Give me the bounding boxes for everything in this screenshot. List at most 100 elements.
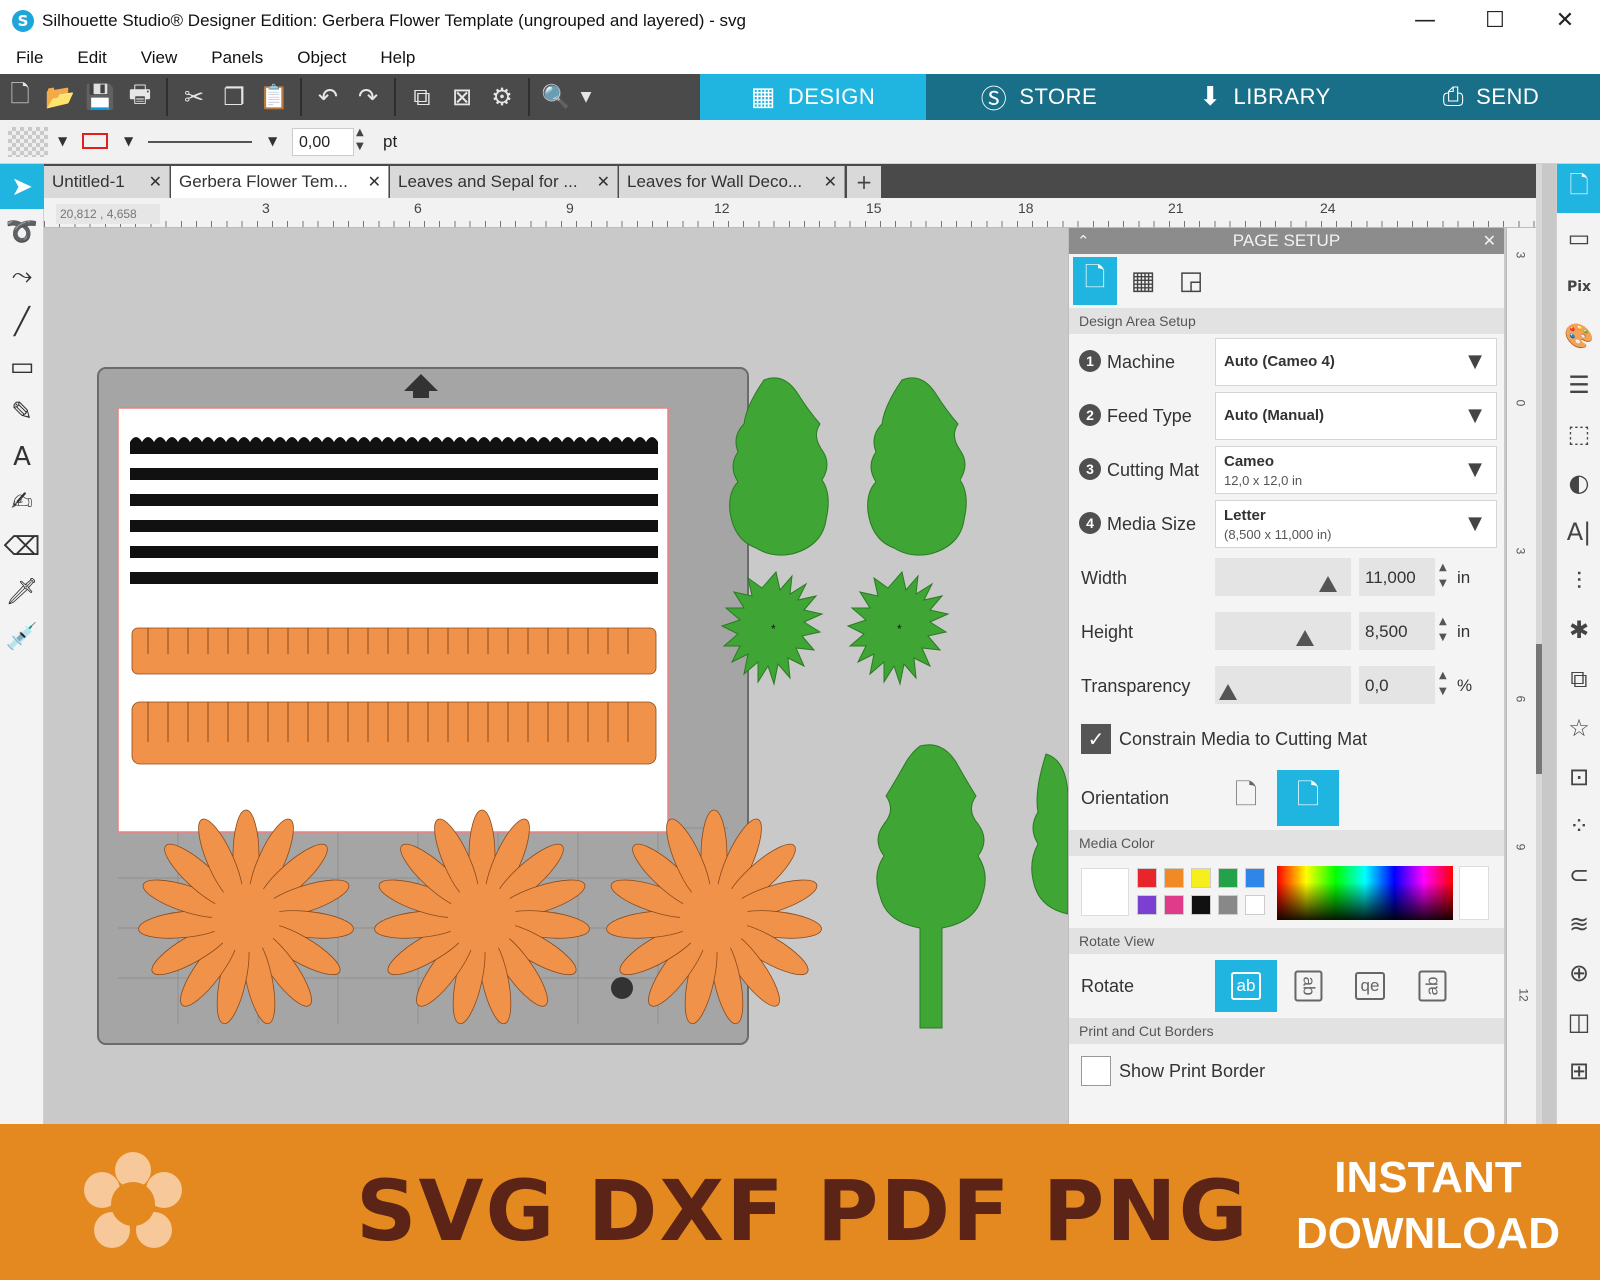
height-slider[interactable]	[1215, 612, 1351, 650]
height-input[interactable]: 8,500	[1359, 612, 1435, 650]
close-tab-icon[interactable]: ✕	[824, 172, 837, 191]
close-button[interactable]: ✕	[1530, 0, 1600, 42]
constrain-checkbox[interactable]: ✓	[1081, 724, 1111, 754]
height-slider-knob[interactable]	[1295, 630, 1314, 646]
eraser-icon[interactable]: ⌫	[0, 524, 44, 569]
color-swatch[interactable]	[1245, 868, 1265, 888]
menu-help[interactable]: Help	[380, 48, 415, 68]
contrast-icon[interactable]: ◐	[1557, 458, 1600, 507]
media-size-select[interactable]: Letter (8,500 x 11,000 in) ▼	[1215, 500, 1497, 548]
bezier-icon[interactable]: ⤳	[0, 254, 44, 299]
machine-select[interactable]: Auto (Cameo 4) ▼	[1215, 338, 1497, 386]
open-folder-icon[interactable]: 📂	[40, 74, 80, 120]
page-tab-icon[interactable]: 🗋	[1073, 257, 1117, 305]
trace-icon[interactable]: ⊡	[1557, 752, 1600, 801]
rotate-180-button[interactable]: qe	[1339, 960, 1401, 1012]
copy-icon[interactable]: ❐	[214, 74, 254, 120]
color-swatch[interactable]	[1245, 895, 1265, 915]
lasso-icon[interactable]: ➰	[0, 209, 44, 254]
green-sepals[interactable]	[720, 570, 950, 686]
rectangle-tool-icon[interactable]: ▭	[0, 344, 44, 389]
shape-icon[interactable]: ⬚	[1557, 409, 1600, 458]
line-style-icon[interactable]: ☰	[1557, 360, 1600, 409]
palette-icon[interactable]: 🎨	[1557, 311, 1600, 360]
width-input[interactable]: 11,000	[1359, 558, 1435, 596]
minimize-button[interactable]: —	[1390, 0, 1460, 42]
group-icon[interactable]: ⧉	[402, 74, 442, 120]
rotate-270-button[interactable]: ab	[1401, 960, 1463, 1012]
line-style-preview[interactable]	[148, 141, 252, 143]
offset-icon[interactable]: ⊂	[1557, 850, 1600, 899]
line-tool-icon[interactable]: ╱	[0, 299, 44, 344]
width-slider-knob[interactable]	[1319, 576, 1338, 592]
close-tab-icon[interactable]: ✕	[597, 172, 610, 191]
fill-dropdown-arrow[interactable]: ▼	[58, 134, 67, 148]
line-color-swatch[interactable]	[82, 133, 108, 149]
color-palette-icon[interactable]: ⚙	[482, 74, 522, 120]
menu-view[interactable]: View	[141, 48, 178, 68]
scrollbar-thumb[interactable]	[1536, 644, 1542, 774]
color-brightness-bar[interactable]	[1459, 866, 1489, 920]
text-style-icon[interactable]: A|	[1557, 507, 1600, 556]
color-spectrum[interactable]	[1277, 866, 1453, 920]
transparency-slider-knob[interactable]	[1219, 684, 1237, 700]
line-weight-stepper[interactable]: ▲ ▼	[356, 126, 364, 154]
feed-type-select[interactable]: Auto (Manual) ▼	[1215, 392, 1497, 440]
library-book-icon[interactable]: ⊞	[1557, 1046, 1600, 1095]
color-swatch[interactable]	[1137, 895, 1157, 915]
add-tab-button[interactable]: +	[847, 166, 881, 198]
save-icon[interactable]: 💾	[80, 74, 120, 120]
pencil-icon[interactable]: ✎	[0, 389, 44, 434]
text-tool-icon[interactable]: A	[0, 434, 44, 479]
vertical-scrollbar[interactable]	[1536, 164, 1542, 1124]
layers-icon[interactable]: ◫	[1557, 997, 1600, 1046]
line-color-dropdown-arrow[interactable]: ▼	[124, 134, 133, 148]
line-weight-input[interactable]: 0,00	[292, 128, 354, 156]
height-stepper[interactable]: ▲ ▼	[1439, 614, 1447, 646]
new-file-icon[interactable]: 🗋	[0, 74, 40, 120]
cut-icon[interactable]: ✂	[174, 74, 214, 120]
eyedropper-icon[interactable]: 💉	[0, 614, 44, 659]
width-slider[interactable]	[1215, 558, 1351, 596]
page-setup-icon[interactable]: 🗋	[1557, 164, 1600, 213]
line-style-dropdown-arrow[interactable]: ▼	[268, 134, 277, 148]
sketch-icon[interactable]: ✍	[0, 479, 44, 524]
doc-tab-leaves-sepal[interactable]: Leaves and Sepal for ... ✕	[390, 166, 618, 198]
align-icon[interactable]: ⫶	[1557, 556, 1600, 605]
show-print-border-checkbox[interactable]	[1081, 1056, 1111, 1086]
menu-file[interactable]: File	[16, 48, 43, 68]
paste-icon[interactable]: 📋	[254, 74, 294, 120]
transparency-slider[interactable]	[1215, 666, 1351, 704]
grid-tab-icon[interactable]: ▦	[1121, 257, 1165, 305]
doc-tab-untitled[interactable]: Untitled-1 ✕	[44, 166, 170, 198]
cutting-mat-select[interactable]: Cameo 12,0 x 12,0 in ▼	[1215, 446, 1497, 494]
knife-icon[interactable]: 🗡	[0, 569, 44, 614]
redo-icon[interactable]: ↷	[348, 74, 388, 120]
pixscan-icon[interactable]: Pix	[1557, 262, 1600, 311]
fill-icon[interactable]: ▭	[1557, 213, 1600, 262]
color-swatch[interactable]	[1218, 895, 1238, 915]
zoom-dropdown-icon[interactable]: ▼	[576, 74, 596, 120]
menu-object[interactable]: Object	[297, 48, 346, 68]
color-swatch[interactable]	[1191, 868, 1211, 888]
color-swatch[interactable]	[1164, 868, 1184, 888]
print-icon[interactable]: 🖶	[120, 74, 160, 120]
select-arrow-icon[interactable]: ➤	[0, 164, 44, 209]
sketch-effect-icon[interactable]: ≋	[1557, 899, 1600, 948]
rotate-90-button[interactable]: ab	[1277, 960, 1339, 1012]
doc-tab-leaves-wall[interactable]: Leaves for Wall Deco... ✕	[619, 166, 845, 198]
undo-icon[interactable]: ↶	[308, 74, 348, 120]
landscape-orientation-icon[interactable]: 🗋	[1277, 770, 1339, 826]
globe-icon[interactable]: ⊕	[1557, 948, 1600, 997]
ungroup-icon[interactable]: ⊠	[442, 74, 482, 120]
dots-icon[interactable]: ⁘	[1557, 801, 1600, 850]
zoom-icon[interactable]: 🔍	[536, 74, 576, 120]
menu-panels[interactable]: Panels	[211, 48, 263, 68]
tab-library[interactable]: ⬇ LIBRARY	[1152, 74, 1378, 120]
current-media-color[interactable]	[1081, 868, 1129, 916]
collapse-chevron-icon[interactable]: ⌃	[1077, 228, 1090, 254]
color-swatch[interactable]	[1191, 895, 1211, 915]
rotate-0-button[interactable]: ab	[1215, 960, 1277, 1012]
transparency-input[interactable]: 0,0	[1359, 666, 1435, 704]
registration-tab-icon[interactable]: ◲	[1169, 257, 1213, 305]
